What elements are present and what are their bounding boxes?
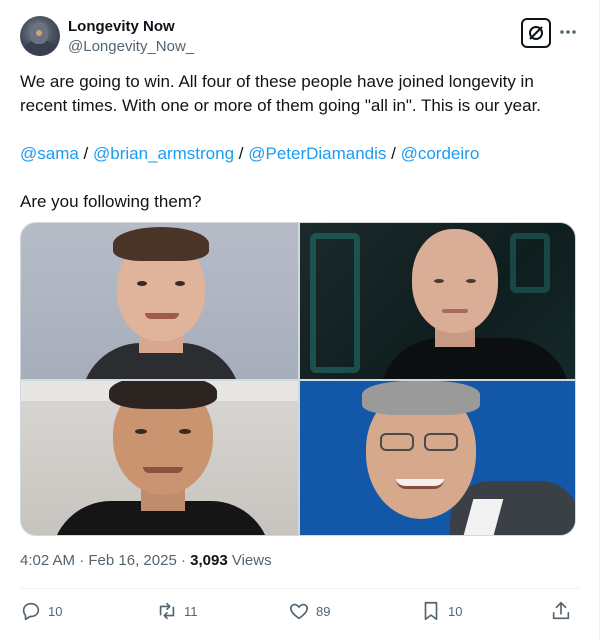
grok-icon[interactable] (521, 18, 551, 48)
divider (20, 588, 580, 589)
tweet-question: Are you following them? (20, 192, 202, 211)
meta-dot: · (180, 552, 186, 569)
views-count: 3,093 (190, 552, 228, 569)
repost-arrows-icon (159, 602, 175, 620)
bookmark-icon (424, 601, 438, 621)
reply-bubble-icon (22, 602, 40, 621)
avatar[interactable] (20, 16, 60, 56)
mention-separator: / (234, 144, 249, 163)
repost-count: 11 (184, 603, 198, 619)
bookmark-count: 10 (448, 603, 463, 619)
views-label: Views (231, 552, 272, 569)
photo-1[interactable] (21, 223, 298, 379)
tweet-time[interactable]: 4:02 AM (20, 552, 75, 569)
tweet-mentions: @sama / @brian_armstrong / @PeterDiamand… (20, 142, 580, 166)
mention-brian-armstrong[interactable]: @brian_armstrong (93, 144, 234, 163)
share-button[interactable] (550, 598, 572, 624)
tweet-card: Longevity Now @Longevity_Now_ We are goi… (0, 0, 600, 641)
reply-button[interactable]: 10 (20, 598, 62, 624)
like-button[interactable]: 89 (288, 598, 330, 624)
meta-dot: · (79, 552, 85, 569)
author-names: Longevity Now @Longevity_Now_ (68, 17, 194, 57)
mention-separator: / (78, 144, 93, 163)
repost-button[interactable]: 11 (156, 598, 198, 624)
tweet-date[interactable]: Feb 16, 2025 (88, 552, 176, 569)
tweet-header: Longevity Now @Longevity_Now_ (20, 16, 580, 60)
photo-4[interactable] (300, 381, 575, 535)
mention-peter-diamandis[interactable]: @PeterDiamandis (248, 144, 386, 163)
mention-cordeiro[interactable]: @cordeiro (401, 144, 480, 163)
author-handle[interactable]: @Longevity_Now_ (68, 37, 194, 57)
like-count: 89 (316, 603, 331, 619)
mention-separator: / (386, 144, 401, 163)
photo-grid (20, 222, 576, 536)
tweet-text: We are going to win. All four of these p… (20, 70, 580, 214)
action-bar: 10 11 89 10 (20, 598, 580, 624)
author-display-name[interactable]: Longevity Now (68, 17, 194, 37)
more-dots-icon[interactable] (556, 20, 580, 44)
bookmark-button[interactable]: 10 (420, 598, 462, 624)
share-upload-icon (552, 601, 570, 620)
photo-3[interactable] (21, 381, 298, 535)
reply-count: 10 (48, 603, 63, 619)
heart-icon (290, 603, 308, 620)
mention-sama[interactable]: @sama (20, 144, 79, 163)
photo-2[interactable] (300, 223, 575, 379)
tweet-body: We are going to win. All four of these p… (20, 72, 542, 115)
tweet-meta: 4:02 AM · Feb 16, 2025 · 3,093 Views (20, 551, 272, 571)
